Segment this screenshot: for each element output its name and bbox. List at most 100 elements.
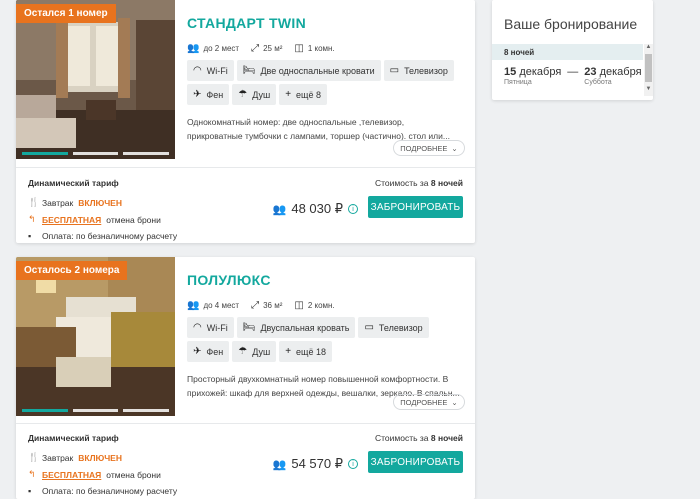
fork-knife-icon: 🍴 (28, 197, 40, 207)
hairdryer-icon: ✈ (193, 346, 202, 357)
stay-prefix: Стоимость за (374, 178, 429, 188)
scroll-down-icon[interactable]: ▼ (644, 86, 653, 96)
info-icon[interactable]: i (348, 459, 358, 469)
photo-pager (22, 152, 170, 155)
amenity-more[interactable]: + ещё 8 (279, 84, 327, 105)
price: 👥 48 030 ₽ i (273, 201, 358, 217)
pager-dot[interactable] (22, 152, 68, 155)
room-info: ПОЛУЛЮКС 👥 до 4 мест ⤢ 36 м² ◫ 2 комн. ◠ Wi-… (187, 257, 465, 410)
spec-guests: 👥 до 4 мест (187, 300, 239, 311)
checkout-month: декабря (599, 66, 642, 78)
spec-rooms-label: 1 комн. (307, 44, 335, 53)
bed-icon: 🛏 (242, 322, 256, 333)
amenity-label: Телевизор (378, 322, 423, 333)
more-details-button[interactable]: ПОДРОБНЕЕ ⌄ (393, 394, 465, 410)
spec-rooms: ◫ 1 комн. (294, 43, 334, 54)
bed-icon: 🛏 (242, 65, 256, 76)
cancel-free-link[interactable]: БЕСПЛАТНАЯ (42, 470, 101, 480)
room-title[interactable]: СТАНДАРТ TWIN (187, 15, 465, 31)
booking-scrollbar[interactable]: ▲ ▼ (644, 44, 653, 96)
checkout-date: 23 декабря Суббота (584, 66, 641, 86)
chevron-down-icon: ⌄ (451, 143, 458, 153)
price-value: 48 030 ₽ (291, 201, 343, 216)
amenity-label: Фен (206, 89, 224, 100)
shower-icon: ☂ (238, 89, 248, 100)
pager-dot[interactable] (22, 409, 68, 412)
amenity-shower: ☂ Душ (232, 84, 277, 105)
room-photo[interactable]: Остался 1 номер (16, 0, 175, 159)
more-details-button[interactable]: ПОДРОБНЕЕ ⌄ (393, 140, 465, 156)
amenity-label: Двуспальная кровать (260, 322, 350, 333)
more-details-label: ПОДРОБНЕЕ (400, 143, 448, 153)
pager-dot[interactable] (72, 152, 119, 155)
room-title[interactable]: ПОЛУЛЮКС (187, 272, 465, 288)
amenity-bed: 🛏 Две односпальные кровати (236, 60, 381, 81)
scroll-up-icon[interactable]: ▲ (644, 44, 653, 54)
spec-guests-label: до 4 мест (203, 301, 240, 310)
checkin-month: декабря (519, 66, 562, 78)
cancel-label: отмена брони (106, 214, 161, 225)
amenities-row: ✈ Фен ☂ Душ + ещё 18 (187, 341, 465, 362)
checkin-weekday: Пятница (504, 79, 532, 86)
amenity-bed: 🛏 Двуспальная кровать (236, 317, 356, 338)
checkout-weekday: Суббота (584, 79, 612, 86)
book-button[interactable]: ЗАБРОНИРОВАТЬ (368, 196, 463, 218)
stay-nights: 8 ночей (430, 178, 463, 188)
stay-nights: 8 ночей (430, 433, 463, 443)
amenity-hairdryer: ✈ Фен (187, 341, 230, 362)
amenities-row: ◠ Wi-Fi 🛏 Две односпальные кровати ▭ Телеви… (187, 60, 465, 81)
stay-prefix: Стоимость за (374, 433, 429, 443)
area-icon: ⤢ (251, 43, 260, 54)
breakfast-status: ВКЛЮЧЕН (78, 452, 122, 463)
payment-label: Оплата: по безналичному расчету (42, 486, 178, 496)
scroll-thumb[interactable] (645, 54, 652, 82)
payment-row: ▪ Оплата: по безналичному расчету (28, 486, 463, 496)
room-description: Однокомнатный номер: две односпальные ,т… (187, 117, 450, 141)
amenities-row: ◠ Wi-Fi 🛏 Двуспальная кровать ▭ Телевизор (187, 317, 465, 338)
booking-title: Ваше бронирование (504, 16, 638, 32)
return-arrow-icon: ↰ (28, 469, 36, 479)
amenity-shower: ☂ Душ (232, 341, 277, 362)
spec-area: ⤢ 25 м² (251, 43, 282, 54)
checkin-date: 15 декабря Пятница (504, 66, 561, 86)
booking-nights: 8 ночей (492, 44, 643, 60)
cancel-free-link[interactable]: БЕСПЛАТНАЯ (42, 215, 101, 225)
amenity-tv: ▭ Телевизор (358, 317, 429, 338)
date-separator: — (567, 66, 579, 78)
availability-badge: Остался 1 номер (16, 4, 116, 23)
pager-dot[interactable] (123, 152, 170, 155)
shower-icon: ☂ (238, 346, 248, 357)
breakfast-label: Завтрак (42, 197, 74, 208)
hairdryer-icon: ✈ (193, 89, 202, 100)
wifi-icon: ◠ (193, 322, 202, 333)
pager-dot[interactable] (123, 409, 170, 412)
divider (16, 423, 475, 424)
cancel-label: отмена брони (106, 469, 161, 480)
amenity-tv: ▭ Телевизор (383, 60, 454, 81)
booking-summary: Ваше бронирование 8 ночей 15 декабря Пят… (492, 0, 653, 100)
amenity-more[interactable]: + ещё 18 (279, 341, 332, 362)
room-specs: 👥 до 2 мест ⤢ 25 м² ◫ 1 комн. (187, 43, 465, 54)
availability-badge: Осталось 2 номера (16, 261, 128, 280)
spec-area: ⤢ 36 м² (251, 300, 282, 311)
amenities-row: ✈ Фен ☂ Душ + ещё 8 (187, 84, 465, 105)
amenity-hairdryer: ✈ Фен (187, 84, 230, 105)
divider (16, 167, 475, 168)
plus-icon: + (285, 89, 292, 100)
amenity-label: Две односпальные кровати (260, 65, 375, 76)
breakfast-label: Завтрак (42, 452, 74, 463)
booking-dates: 15 декабря Пятница — 23 декабря Суббота (504, 66, 642, 86)
amenity-label: Фен (206, 346, 224, 357)
payment-row: ▪ Оплата: по безналичному расчету (28, 231, 463, 241)
breakfast-status: ВКЛЮЧЕН (78, 197, 122, 208)
price-value: 54 570 ₽ (291, 456, 343, 471)
info-icon[interactable]: i (348, 204, 358, 214)
room-photo[interactable]: Осталось 2 номера (16, 257, 175, 416)
photo-pager (22, 409, 170, 412)
area-icon: ⤢ (251, 300, 260, 311)
checkin-day: 15 (504, 66, 517, 78)
stay-cost: Стоимость за 8 ночей (375, 178, 463, 188)
pager-dot[interactable] (72, 409, 119, 412)
amenity-label: Wi-Fi (206, 322, 228, 333)
book-button[interactable]: ЗАБРОНИРОВАТЬ (368, 451, 463, 473)
